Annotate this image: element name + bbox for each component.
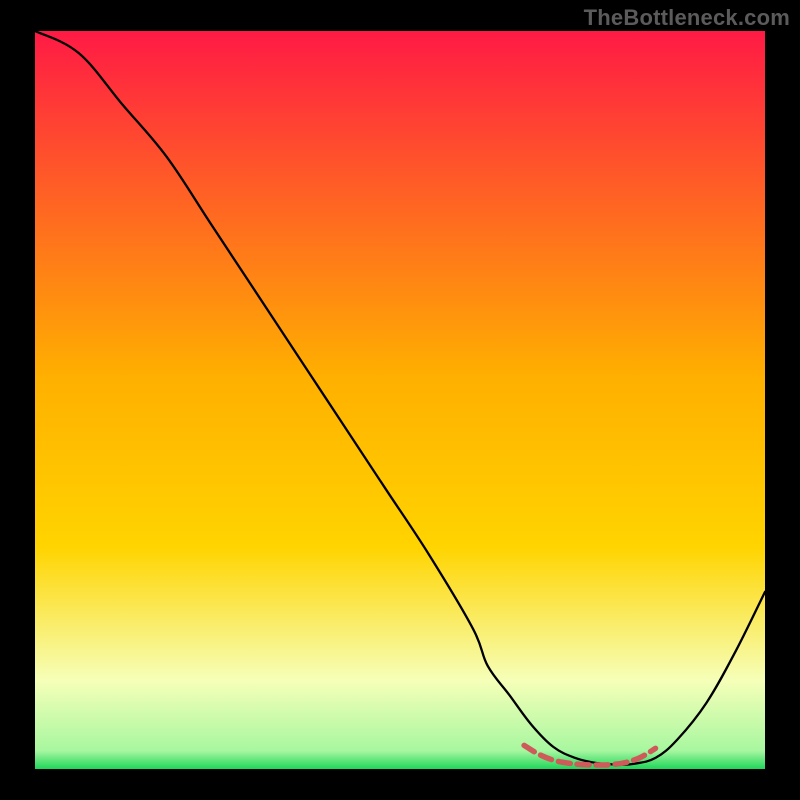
- chart-svg: [0, 0, 800, 800]
- gradient-background: [35, 31, 765, 769]
- chart-frame: TheBottleneck.com: [0, 0, 800, 800]
- watermark-text: TheBottleneck.com: [584, 5, 790, 31]
